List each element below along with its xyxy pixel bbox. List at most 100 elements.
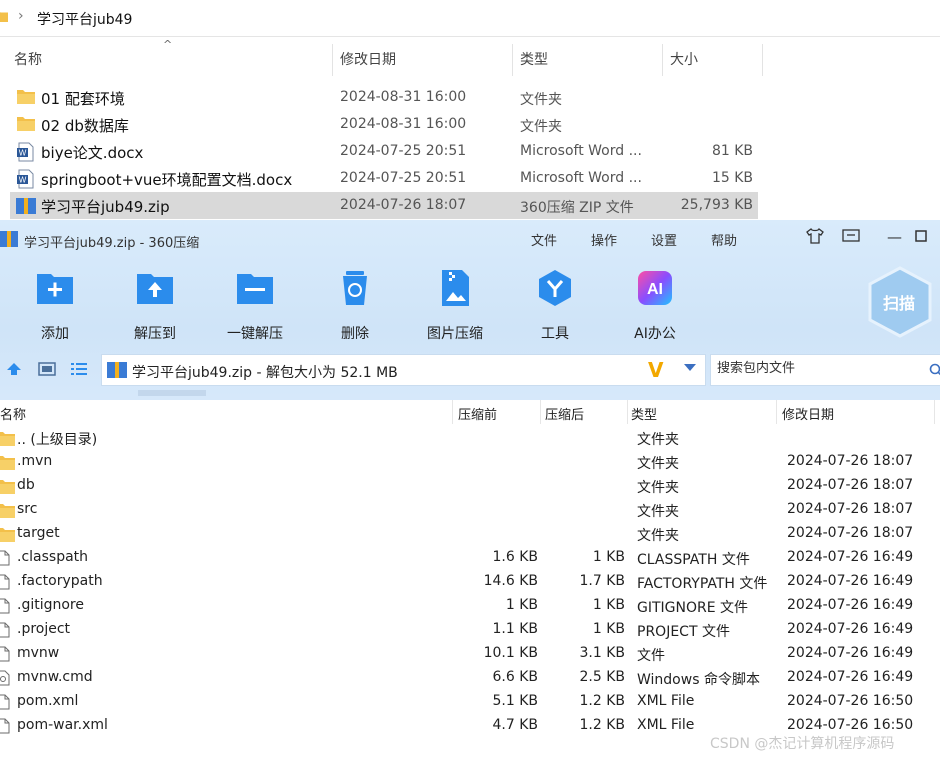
path-dropdown-icon[interactable] bbox=[684, 364, 696, 371]
column-divider[interactable] bbox=[452, 400, 453, 424]
column-divider[interactable] bbox=[512, 44, 513, 76]
archive-entry-row[interactable]: .project 1.1 KB 1 KB PROJECT 文件 2024-07-26 1… bbox=[0, 618, 940, 642]
search-icon[interactable] bbox=[929, 363, 940, 381]
column-divider[interactable] bbox=[762, 44, 763, 76]
tools-button[interactable]: 工具 bbox=[515, 268, 595, 343]
scan-button[interactable]: 扫描 bbox=[866, 266, 938, 338]
menu-file[interactable]: 文件 bbox=[531, 230, 557, 249]
entry-type: 文件夹 bbox=[637, 480, 679, 496]
tool-label: 工具 bbox=[541, 326, 569, 342]
address-bar[interactable]: › 学习平台jub49 bbox=[0, 0, 940, 37]
entry-compressed-size: 3.1 KB bbox=[579, 645, 626, 661]
entry-modified: 2024-07-26 16:50 bbox=[787, 717, 914, 733]
word-doc-icon: W bbox=[16, 142, 36, 162]
zip-archive-icon bbox=[107, 361, 127, 383]
horizontal-scrollbar-thumb[interactable] bbox=[138, 390, 206, 396]
up-level-icon[interactable] bbox=[6, 361, 22, 381]
entry-modified: 2024-07-26 16:49 bbox=[787, 669, 914, 685]
chevron-right-icon[interactable]: › bbox=[18, 8, 24, 24]
tool-label: AI办公 bbox=[634, 326, 676, 342]
svg-text:W: W bbox=[19, 149, 27, 158]
explorer-file-row[interactable]: Wbiye论文.docx 2024-07-25 20:51 Microsoft Wo… bbox=[10, 138, 758, 165]
column-divider[interactable] bbox=[332, 44, 333, 76]
entry-type: 文件夹 bbox=[637, 432, 679, 448]
svg-text:W: W bbox=[19, 176, 27, 185]
explorer-file-row[interactable]: 01 配套环境 2024-08-31 16:00 文件夹 bbox=[10, 84, 758, 111]
folder-icon bbox=[0, 526, 16, 548]
watermark: CSDN @杰记计算机程序源码 bbox=[710, 736, 895, 752]
file-date: 2024-07-25 20:51 bbox=[340, 143, 467, 159]
file-size: 81 KB bbox=[711, 143, 753, 159]
archive-entry-row[interactable]: .gitignore 1 KB 1 KB GITIGNORE 文件 2024-07-26… bbox=[0, 594, 940, 618]
column-type[interactable]: 类型 bbox=[631, 404, 657, 423]
ai-office-button[interactable]: AI AI办公 bbox=[615, 268, 695, 343]
column-packed[interactable]: 压缩前 bbox=[458, 404, 497, 423]
column-divider[interactable] bbox=[662, 44, 663, 76]
explorer-file-row[interactable]: 02 db数据库 2024-08-31 16:00 文件夹 bbox=[10, 111, 758, 138]
entry-compressed-size: 1 KB bbox=[592, 621, 625, 637]
one-click-extract-button[interactable]: 一键解压 bbox=[215, 268, 295, 343]
menu-help[interactable]: 帮助 bbox=[711, 230, 737, 249]
breadcrumb[interactable]: 学习平台jub49 bbox=[37, 9, 132, 29]
archive-entry-row[interactable]: mvnw.cmd 6.6 KB 2.5 KB Windows 命令脚本 2024-07-… bbox=[0, 666, 940, 690]
entry-compressed-size: 1.2 KB bbox=[579, 717, 626, 733]
menu-settings[interactable]: 设置 bbox=[651, 230, 677, 249]
entry-type: XML File bbox=[637, 717, 695, 733]
window-title: 学习平台jub49.zip - 360压缩 bbox=[24, 236, 200, 251]
zip-window: 学习平台jub49.zip - 360压缩 文件 操作 设置 帮助 — 添加 解… bbox=[0, 220, 940, 757]
message-icon[interactable] bbox=[842, 228, 860, 248]
archive-entry-row[interactable]: .mvn 文件夹 2024-07-26 18:07 bbox=[0, 450, 940, 474]
file-name: springboot+vue环境配置文档.docx bbox=[41, 171, 293, 189]
archive-entry-row[interactable]: mvnw 10.1 KB 3.1 KB 文件 2024-07-26 16:49 bbox=[0, 642, 940, 666]
column-type[interactable]: 类型 bbox=[520, 44, 548, 76]
archive-entry-row[interactable]: target 文件夹 2024-07-26 18:07 bbox=[0, 522, 940, 546]
archive-search-box[interactable] bbox=[710, 354, 940, 386]
file-icon bbox=[0, 694, 10, 714]
archive-entry-row[interactable]: .classpath 1.6 KB 1 KB CLASSPATH 文件 2024-07-… bbox=[0, 546, 940, 570]
archive-entry-row[interactable]: .. (上级目录) 文件夹 bbox=[0, 426, 940, 450]
entry-packed-size: 1.6 KB bbox=[492, 549, 539, 565]
folder-icon bbox=[0, 502, 16, 524]
view-thumbnail-icon[interactable] bbox=[38, 361, 56, 381]
entry-modified: 2024-07-26 18:07 bbox=[787, 501, 914, 517]
menu-operate[interactable]: 操作 bbox=[591, 230, 617, 249]
column-name[interactable]: 名称 bbox=[14, 44, 42, 76]
explorer-file-row[interactable]: Wspringboot+vue环境配置文档.docx 2024-07-25 20:… bbox=[10, 165, 758, 192]
entry-type: 文件 bbox=[637, 648, 665, 664]
file-date: 2024-07-25 20:51 bbox=[340, 170, 467, 186]
archive-entry-row[interactable]: .factorypath 14.6 KB 1.7 KB FACTORYPATH 文件 2… bbox=[0, 570, 940, 594]
archive-path-field[interactable]: 学习平台jub49.zip - 解包大小为 52.1 MB V bbox=[101, 354, 706, 386]
column-divider[interactable] bbox=[540, 400, 541, 424]
entry-name: src bbox=[17, 501, 38, 517]
folder-icon bbox=[0, 478, 16, 500]
entry-compressed-size: 1 KB bbox=[592, 549, 625, 565]
add-button[interactable]: 添加 bbox=[15, 268, 95, 343]
column-name[interactable]: 名称 bbox=[0, 404, 26, 423]
archive-search-input[interactable] bbox=[715, 360, 919, 377]
minimize-button[interactable]: — bbox=[887, 228, 902, 246]
image-compress-button[interactable]: 图片压缩 bbox=[415, 268, 495, 343]
archive-entry-row[interactable]: src 文件夹 2024-07-26 18:07 bbox=[0, 498, 940, 522]
extract-to-button[interactable]: 解压到 bbox=[115, 268, 195, 343]
column-divider[interactable] bbox=[627, 400, 628, 424]
column-size[interactable]: 大小 bbox=[670, 44, 698, 76]
verified-v-icon[interactable]: V bbox=[648, 358, 663, 382]
maximize-button[interactable] bbox=[915, 228, 927, 246]
file-type: 360压缩 ZIP 文件 bbox=[520, 200, 634, 216]
column-size[interactable]: 压缩后 bbox=[545, 404, 584, 423]
zip-toolbar-area: 学习平台jub49.zip - 360压缩 文件 操作 设置 帮助 — 添加 解… bbox=[0, 220, 940, 400]
file-icon bbox=[0, 646, 10, 666]
folder-icon bbox=[0, 454, 16, 476]
column-divider[interactable] bbox=[934, 400, 935, 424]
skin-icon[interactable] bbox=[805, 228, 825, 248]
file-size: 25,793 KB bbox=[680, 197, 753, 213]
column-divider[interactable] bbox=[776, 400, 777, 424]
explorer-file-row[interactable]: 学习平台jub49.zip 2024-07-26 18:07 360压缩 ZIP 文… bbox=[10, 192, 758, 219]
delete-button[interactable]: 删除 bbox=[315, 268, 395, 343]
column-modified[interactable]: 修改日期 bbox=[782, 404, 834, 423]
sort-ascending-icon: ^ bbox=[163, 38, 173, 51]
archive-entry-row[interactable]: db 文件夹 2024-07-26 18:07 bbox=[0, 474, 940, 498]
column-modified[interactable]: 修改日期 bbox=[340, 44, 396, 76]
archive-entry-row[interactable]: pom.xml 5.1 KB 1.2 KB XML File 2024-07-26 16… bbox=[0, 690, 940, 714]
view-list-icon[interactable] bbox=[70, 361, 88, 381]
